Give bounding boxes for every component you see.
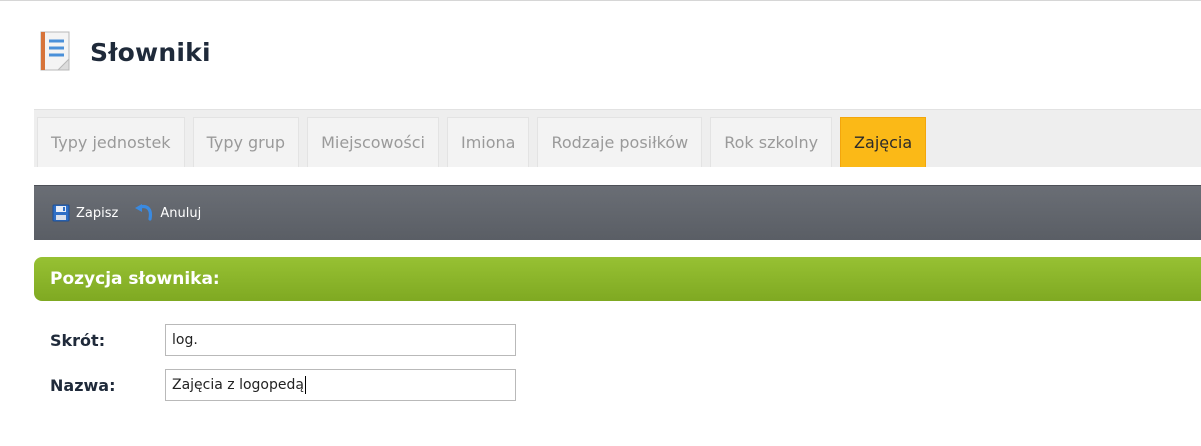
cancel-button[interactable]: Anuluj <box>134 204 201 222</box>
section-title: Pozycja słownika: <box>50 269 220 289</box>
undo-arrow-icon <box>135 204 153 221</box>
short-row: Skrót: log. <box>50 324 516 356</box>
name-field[interactable]: Zajęcia z logopedą <box>165 369 516 401</box>
cancel-label: Anuluj <box>160 205 202 221</box>
tabs: Typy jednostek Typy grup Miejscowości Im… <box>37 117 934 167</box>
short-field[interactable]: log. <box>165 324 516 356</box>
save-button[interactable]: Zapisz <box>52 204 118 222</box>
name-value: Zajęcia z logopedą <box>172 377 304 393</box>
notebook-icon <box>40 31 70 71</box>
page-title: Słowniki <box>90 37 211 67</box>
name-label: Nazwa: <box>50 375 116 395</box>
tab-rok-szkolny[interactable]: Rok szkolny <box>710 117 833 167</box>
tab-zajecia[interactable]: Zajęcia <box>840 117 927 167</box>
name-row: Nazwa: Zajęcia z logopedą <box>50 369 516 401</box>
short-value: log. <box>172 332 198 348</box>
page-header: Słowniki <box>38 31 211 73</box>
text-caret <box>304 376 306 394</box>
toolbar: Zapisz Anuluj <box>34 185 1201 240</box>
tab-imiona[interactable]: Imiona <box>446 117 530 167</box>
tab-rodzaje-posilkow[interactable]: Rodzaje posiłków <box>537 117 703 167</box>
floppy-disk-icon <box>52 204 70 222</box>
tab-miejscowosci[interactable]: Miejscowości <box>307 117 439 167</box>
section-header: Pozycja słownika: <box>34 257 1201 301</box>
page: Słowniki Typy jednostek Typy grup Miejsc… <box>0 0 1201 446</box>
short-label: Skrót: <box>50 330 106 350</box>
save-label: Zapisz <box>76 205 119 221</box>
tab-typy-grup[interactable]: Typy grup <box>192 117 300 167</box>
tab-typy-jednostek[interactable]: Typy jednostek <box>37 117 185 167</box>
